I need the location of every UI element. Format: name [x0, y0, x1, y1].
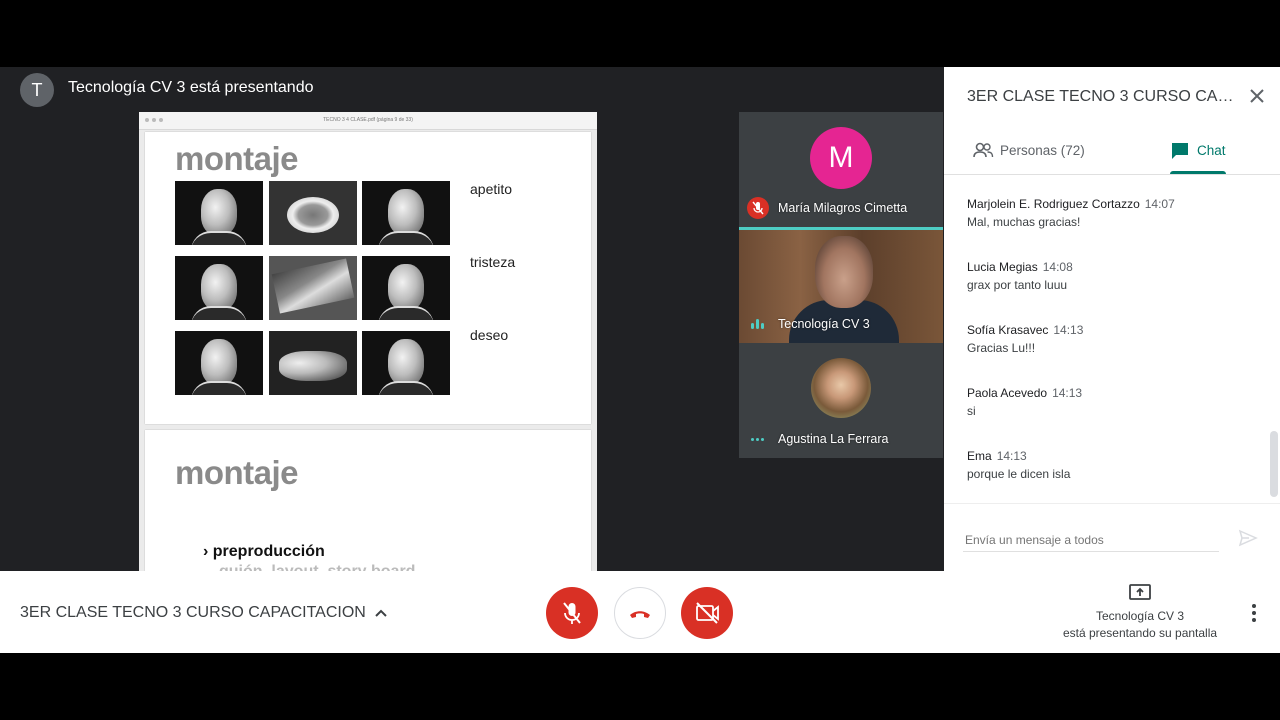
- slide-bullet-sub: guión, layout, story board: [219, 563, 415, 571]
- message-text: Mal, muchas gracias!: [967, 215, 1081, 229]
- send-icon[interactable]: [1238, 528, 1258, 548]
- slide-word-3: deseo: [470, 327, 509, 343]
- photo-man-face: [175, 256, 263, 320]
- chat-scrollbar[interactable]: [1270, 431, 1278, 497]
- window-minimize-dot-icon: [152, 118, 156, 122]
- message-time: 14:08: [1042, 260, 1073, 274]
- phone-hangup-icon: [630, 611, 650, 618]
- camera-off-icon: [696, 602, 719, 624]
- message-author: Paola Acevedo: [967, 386, 1048, 400]
- photo-reclining-woman: [269, 331, 357, 395]
- hang-up-button[interactable]: [614, 587, 666, 639]
- window-close-dot-icon: [145, 118, 149, 122]
- shared-screen: TECNO 3 4 CLASE.pdf (página 9 de 33) mon…: [139, 112, 597, 571]
- chat-message: Sofía Krasavec 14:13 Gracias Lu!!!: [967, 323, 1257, 355]
- message-time: 14:13: [1052, 386, 1083, 400]
- message-time: 14:13: [1053, 323, 1084, 337]
- mic-off-icon: [563, 602, 581, 624]
- photo-soup-bowl: [269, 181, 357, 245]
- presenting-status-line1: Tecnología CV 3: [1095, 609, 1185, 623]
- presentation-stage: T Tecnología CV 3 está presentando TECNO…: [0, 67, 944, 571]
- participant-name: María Milagros Cimetta: [778, 201, 908, 215]
- slide-montaje-1: montaje apetito tristeza deseo: [145, 132, 591, 424]
- camera-toggle-button[interactable]: [681, 587, 733, 639]
- message-author: Sofía Krasavec: [967, 323, 1049, 337]
- pdf-window-title: TECNO 3 4 CLASE.pdf (página 9 de 33): [323, 117, 413, 123]
- participant-name: Agustina La Ferrara: [778, 432, 889, 446]
- chat-message-input[interactable]: [963, 529, 1219, 552]
- close-icon[interactable]: [1246, 85, 1268, 107]
- audio-idle-dots-icon: [751, 434, 767, 444]
- tab-people[interactable]: [972, 139, 994, 163]
- chat-message: Ema 14:13 porque le dicen isla: [967, 449, 1257, 481]
- chat-icon[interactable]: [1170, 141, 1190, 161]
- slide-title: montaje: [175, 140, 299, 177]
- message-text: si: [967, 404, 976, 418]
- presenter-label: Tecnología CV 3 está presentando: [68, 79, 314, 96]
- slide-word-2: tristeza: [470, 254, 516, 270]
- more-options-icon[interactable]: [1244, 601, 1264, 625]
- participant-name: Tecnología CV 3: [778, 317, 870, 331]
- message-text: Gracias Lu!!!: [967, 341, 1036, 355]
- participant-tile[interactable]: M María Milagros Cimetta: [739, 112, 943, 227]
- pdf-viewer-toolbar: TECNO 3 4 CLASE.pdf (página 9 de 33): [139, 112, 597, 130]
- participant-avatar: M: [810, 127, 872, 189]
- photo-man-face: [362, 256, 450, 320]
- participant-avatar: [811, 358, 871, 418]
- message-author: Ema: [967, 449, 992, 463]
- chat-message-list[interactable]: Marjolein E. Rodriguez Cortazzo 14:07 Mal…: [944, 175, 1280, 502]
- photo-man-face: [362, 181, 450, 245]
- participant-tile[interactable]: Agustina La Ferrara: [739, 343, 943, 458]
- meeting-title[interactable]: 3ER CLASE TECNO 3 CURSO CAPACITACION: [20, 604, 366, 622]
- slide-montaje-2: montaje › preproducción guión, layout, s…: [145, 430, 591, 571]
- video-person-face: [815, 236, 873, 308]
- present-screen-icon[interactable]: [1128, 583, 1152, 603]
- people-icon: [973, 142, 994, 158]
- microphone-toggle-button[interactable]: [546, 587, 598, 639]
- bottom-control-bar: 3ER CLASE TECNO 3 CURSO CAPACITACION Tec…: [0, 571, 1280, 653]
- slide-title: montaje: [175, 454, 299, 491]
- message-author: Marjolein E. Rodriguez Cortazzo: [967, 197, 1140, 211]
- tab-people-label[interactable]: Personas (72): [1000, 143, 1085, 158]
- slide-word-1: apetito: [470, 181, 513, 197]
- panel-title: 3ER CLASE TECNO 3 CURSO CAPACITACION: [967, 88, 1237, 105]
- presenter-avatar: T: [20, 73, 54, 107]
- side-panel: 3ER CLASE TECNO 3 CURSO CAPACITACION Per…: [944, 67, 1280, 571]
- photo-man-face: [175, 331, 263, 395]
- window-zoom-dot-icon: [159, 118, 163, 122]
- mic-muted-icon: [747, 197, 769, 219]
- message-text: grax por tanto luuu: [967, 278, 1068, 292]
- photo-man-face: [175, 181, 263, 245]
- message-author: Lucia Megias: [967, 260, 1038, 274]
- divider: [944, 503, 1280, 504]
- message-time: 14:13: [996, 449, 1027, 463]
- speaking-indicator-icon: [751, 319, 767, 329]
- photo-coffin: [269, 256, 357, 320]
- message-time: 14:07: [1144, 197, 1175, 211]
- photo-man-face: [362, 331, 450, 395]
- chevron-up-icon[interactable]: [372, 604, 390, 622]
- chat-message: Paola Acevedo 14:13 si: [967, 386, 1257, 418]
- chat-message: Marjolein E. Rodriguez Cortazzo 14:07 Mal…: [967, 197, 1257, 229]
- message-text: porque le dicen isla: [967, 467, 1071, 481]
- chat-message: Lucia Megias 14:08 grax por tanto luuu: [967, 260, 1257, 292]
- slide-bullet: › preproducción: [203, 543, 325, 560]
- participant-tile[interactable]: Tecnología CV 3: [739, 227, 943, 343]
- presenting-status-line2: está presentando su pantalla: [1062, 626, 1218, 640]
- tab-chat-label[interactable]: Chat: [1197, 143, 1226, 158]
